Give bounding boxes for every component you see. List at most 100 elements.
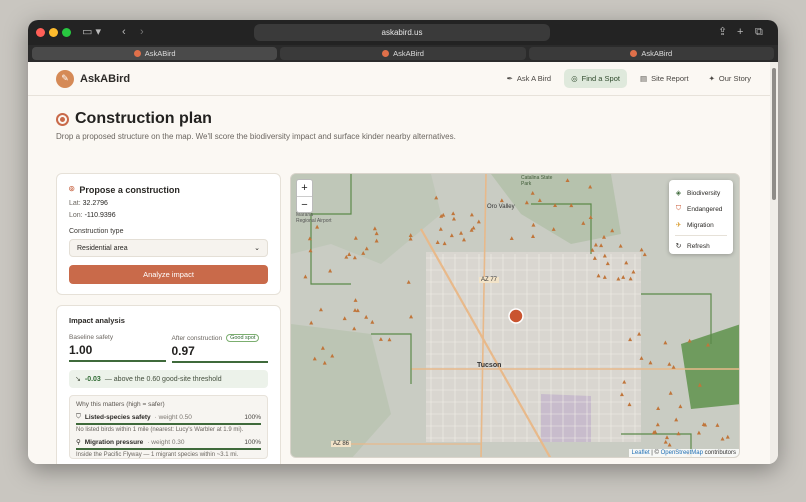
why-panel: Why this matters (high = safer) ⛉ Listed-… [69,395,268,459]
factor-item: ⛉ Listed-species safety · weight 0.50 100% … [76,413,261,433]
tab-label: AskABird [393,49,424,58]
lon-label: Lon: [69,212,83,219]
layer-label: Biodiversity [687,189,721,197]
zoom-in-button[interactable]: + [297,180,312,196]
select-value: Residential area [77,244,128,252]
askabird-favicon-icon [133,50,141,57]
sidebar-toggle-icon[interactable]: ▭ ▾ [82,20,101,45]
baseline-score: Baseline safety 1.00 [69,334,166,363]
analyze-impact-button[interactable]: Analyze impact [69,265,268,284]
share-icon[interactable]: ⇪ [718,20,727,45]
nav-label: Find a Spot [581,74,620,83]
after-bar [171,361,268,363]
address-bar[interactable]: askabird.us [254,24,550,41]
map-label-oro-valley: Oro Valley [487,204,515,210]
after-value: 0.97 [171,344,195,358]
zoom-control: + − [296,179,313,213]
divider [675,235,727,236]
site-header: ✎ AskABird ✒ Ask A Bird ◎ Find a Spot ▤ Sit… [28,62,770,96]
osm-link[interactable]: OpenStreetMap [661,450,703,456]
baseline-value: 1.00 [69,343,93,357]
forward-icon[interactable]: › [140,20,144,45]
title-bar: ▭ ▾ ‹ › askabird.us ⇪ + ⧉ [28,20,778,45]
map-label-az77: AZ 77 [479,277,500,283]
nav-label: Ask A Bird [516,74,552,83]
factor-bar [76,448,261,450]
construction-type-label: Construction type [69,228,124,235]
page-content: ✎ AskABird ✒ Ask A Bird ◎ Find a Spot ▤ Sit… [28,62,770,464]
layer-migration[interactable]: ✈ Migration [675,217,727,233]
longitude-row: Lon: -110.9396 [69,212,268,219]
refresh-icon: ↻ [675,243,682,250]
tab-label: AskABird [641,49,673,58]
factor-description: Inside the Pacific Flyway — 1 migrant sp… [76,452,239,458]
layer-label: Migration [687,221,714,229]
main-nav: ✒ Ask A Bird ◎ Find a Spot ▤ Site Report ✦ O… [500,69,758,88]
map-label-tucson: Tucson [477,362,502,369]
impact-title: Impact analysis [69,316,125,325]
construction-type-select[interactable]: Residential area ⌄ [69,239,268,257]
nav-site-report[interactable]: ▤ Site Report [633,69,696,88]
bird-icon: ⚲ [76,439,81,446]
factor-name: Listed-species safety [84,413,151,421]
score-row: Baseline safety 1.00 After construction G… [69,334,268,363]
factor-bar [76,423,261,425]
browser-tab[interactable]: AskABird [528,47,774,60]
factor-description: No listed birds within 1 mile (nearest: … [76,427,244,433]
nav-ask-a-bird[interactable]: ✒ Ask A Bird [500,69,558,88]
factor-item: ⚲ Migration pressure · weight 0.30 100% Ins… [76,438,261,458]
factor-percent: 100% [244,438,261,446]
target-icon [56,112,69,126]
shield-icon: ⛉ [675,205,682,212]
page-title-row: Construction plan [56,110,770,128]
proposed-site-marker [508,308,524,324]
why-title: Why this matters (high = safer) [76,401,165,408]
minimize-window-button[interactable] [49,28,58,37]
factor-name: Migration pressure [84,438,144,446]
close-window-button[interactable] [36,28,45,37]
zoom-window-button[interactable] [62,28,71,37]
map-label-airport: Marana Regional Airport [296,212,332,224]
askabird-logo-icon[interactable]: ✎ [56,69,74,88]
nav-our-story[interactable]: ✦ Our Story [702,69,758,88]
document-icon: ▤ [639,74,648,83]
impact-card: Impact analysis Baseline safety 1.00 Aft… [56,305,281,464]
layer-endangered[interactable]: ⛉ Endangered [675,201,727,217]
propose-card: ⌾ Propose a construction Lat: 32.2796 Lo… [56,173,281,295]
tab-overview-icon[interactable]: ⧉ [755,20,763,45]
leaflet-link[interactable]: Leaflet [632,450,650,456]
browser-window: ▭ ▾ ‹ › askabird.us ⇪ + ⧉ AskABird AskAB… [28,20,778,464]
lon-value: -110.9396 [84,212,116,219]
layer-biodiversity[interactable]: ◈ Biodiversity [675,185,727,201]
zoom-out-button[interactable]: − [297,196,312,212]
trend-down-icon: ↘ [75,376,81,383]
shield-icon: ⛉ [76,413,81,420]
browser-tab[interactable]: AskABird [32,47,278,60]
nav-find-a-spot[interactable]: ◎ Find a Spot [564,69,627,88]
scroll-thumb[interactable] [772,68,776,200]
new-tab-icon[interactable]: + [737,20,743,45]
url-text: askabird.us [381,28,423,37]
back-icon[interactable]: ‹ [122,20,126,45]
browser-tab[interactable]: AskABird [280,47,526,60]
sparkle-icon: ✦ [708,74,715,83]
delta-value: -0.03 [84,375,101,383]
factor-percent: 100% [244,413,261,421]
target-icon: ◎ [571,74,578,83]
page-scrollbar[interactable] [770,62,778,464]
lat-value: 32.2796 [82,200,108,207]
refresh-label: Refresh [687,242,710,250]
nav-label: Site Report [651,74,689,83]
lat-label: Lat: [69,200,81,207]
after-label: After construction [171,334,223,342]
hero: Construction plan Drop a proposed struct… [28,96,770,141]
tab-label: AskABird [144,49,176,58]
status-badge: Good spot [226,334,260,342]
map-label-catalina: Catalina State Park [521,175,553,187]
factor-weight: · weight 0.30 [147,438,185,446]
refresh-button[interactable]: ↻ Refresh [675,238,727,254]
propose-title: Propose a construction [79,184,180,195]
nav-label: Our Story [718,74,751,83]
map-view[interactable]: Oro Valley AZ 77 Tucson AZ 86 Catalina S… [290,173,740,458]
brand-name[interactable]: AskABird [80,73,130,85]
